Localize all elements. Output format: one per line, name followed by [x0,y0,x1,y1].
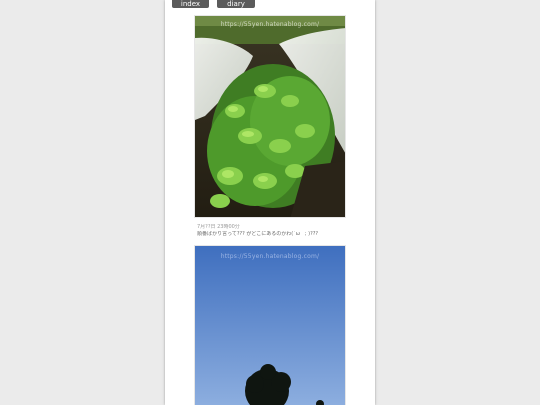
diary-index-button[interactable]: diary index [217,0,255,16]
index-button[interactable]: index [172,0,209,8]
post-date: 7月??日 23時00分 [197,224,240,230]
sky-tree-photo: https://55yen.hatenablog.com/ [194,245,346,405]
seedlings-illustration [195,16,345,217]
photo-watermark: https://55yen.hatenablog.com/ [220,21,320,28]
seedlings-photo: https://55yen.hatenablog.com/ [194,15,346,218]
diary-page: index diary index https://55yen.hatenabl… [165,0,375,405]
post-caption: 順番ばかり言って??? がどこにあるのかわ(´ω｀; )??? [197,231,319,237]
sky-tree-illustration [195,246,345,405]
photo-watermark: https://55yen.hatenablog.com/ [220,253,320,260]
